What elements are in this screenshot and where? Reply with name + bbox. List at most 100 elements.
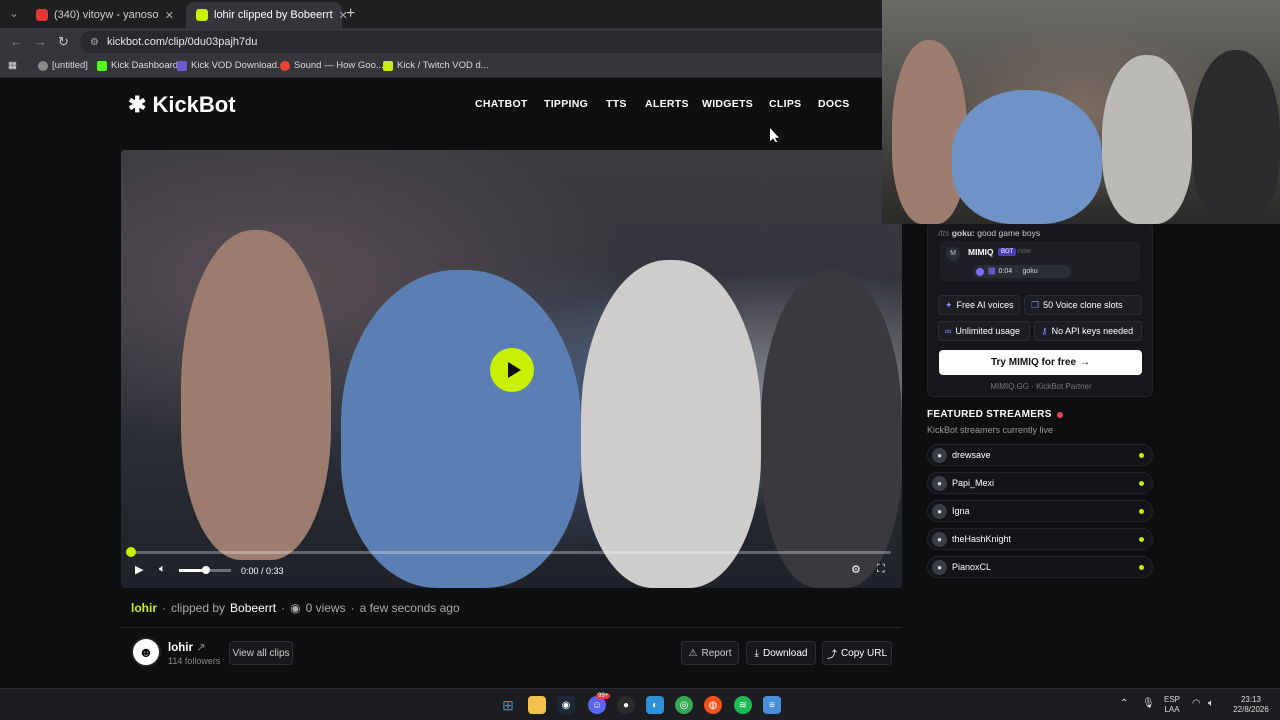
discord-badge: 99+: [596, 693, 611, 699]
kick-icon: [97, 60, 107, 71]
obs-icon[interactable]: ●: [617, 696, 635, 714]
fullscreen-icon[interactable]: ⛶: [877, 563, 885, 576]
notepad-icon[interactable]: ≡: [763, 696, 781, 714]
spotify-icon[interactable]: ≋: [734, 696, 752, 714]
volume-icon[interactable]: 🔈︎: [159, 563, 166, 576]
edge-icon[interactable]: ◐: [646, 696, 664, 714]
nav-chatbot[interactable]: CHATBOT: [475, 98, 528, 110]
back-icon[interactable]: ←: [10, 34, 23, 49]
bookmark-kick-twitch-vod[interactable]: Kick / Twitch VOD d...: [383, 60, 489, 71]
nav-widgets[interactable]: WIDGETS: [702, 98, 753, 110]
site-info-icon[interactable]: ⚙: [90, 37, 99, 48]
channel-name[interactable]: lohir ↗: [168, 640, 206, 654]
webcam-overlay: [882, 0, 1280, 224]
audio-play-icon[interactable]: [976, 267, 984, 276]
file-explorer-icon[interactable]: [528, 696, 546, 714]
forward-icon[interactable]: →: [34, 34, 47, 49]
kickbot-logo-icon: ✱: [128, 92, 147, 117]
new-tab-icon[interactable]: +: [346, 5, 355, 23]
tab-kickbot[interactable]: lohir clipped by Bobeerrt ✕: [186, 2, 348, 28]
clock-time: 23:13: [1240, 695, 1262, 704]
settings-icon[interactable]: ⚙: [851, 563, 861, 576]
bookmark-sound[interactable]: Sound — How Goo...: [280, 60, 384, 71]
steam-icon[interactable]: ◉: [557, 696, 575, 714]
partner-text: MIMIQ.GG · KickBot Partner: [990, 382, 1092, 391]
play-icon: [507, 362, 521, 378]
clip-age: a few seconds ago: [359, 601, 460, 615]
apps-icon[interactable]: ▦: [8, 60, 17, 71]
clipped-by-label: clipped by: [171, 601, 226, 615]
progress-bar[interactable]: [131, 551, 891, 554]
audio-time: 0:04: [998, 268, 1013, 275]
clock[interactable]: 23:13 22/8/2026: [1226, 695, 1276, 715]
volume-handle[interactable]: [202, 566, 210, 574]
try-mimiq-button[interactable]: Try MIMIQ for free →: [939, 350, 1142, 375]
download-label: Download: [762, 647, 808, 659]
tab-search-icon[interactable]: ⌄: [6, 6, 22, 22]
report-button[interactable]: ⚠ Report: [681, 641, 739, 665]
streamer-item[interactable]: ● Papi_Mexi: [927, 472, 1153, 494]
firefox-icon[interactable]: ◍: [704, 696, 722, 714]
divider: [121, 627, 902, 628]
speaker-icon[interactable]: 🔈︎: [1208, 699, 1214, 709]
feature-label: 50 Voice clone slots: [1043, 300, 1123, 310]
lang-top: ESP: [1164, 695, 1181, 704]
play-small-icon[interactable]: ▶: [135, 563, 143, 576]
bookmark-kick-vod[interactable]: Kick VOD Download...: [177, 60, 285, 71]
download-button[interactable]: ⤓ Download: [746, 641, 816, 665]
video-player[interactable]: ▶ 🔈︎ 0:00 / 0:33 ⚙ ⛶: [121, 150, 902, 588]
play-button[interactable]: [490, 348, 534, 392]
streamer-name: PianoxCL: [952, 562, 992, 572]
channel-name-text: lohir: [168, 642, 193, 654]
audio-player[interactable]: |||||||| 0:04 · goku: [973, 265, 1071, 278]
nav-tipping[interactable]: TIPPING: [544, 98, 588, 110]
streamer-item[interactable]: ● drewsave: [927, 444, 1153, 466]
copy-url-button[interactable]: ⤴ Copy URL: [822, 641, 892, 665]
clock-date: 22/8/2026: [1233, 705, 1269, 714]
nav-clips[interactable]: CLIPS: [769, 98, 801, 110]
live-indicator: [1139, 509, 1144, 514]
webcam-person: [1102, 55, 1192, 224]
chrome-icon[interactable]: ◎: [675, 696, 693, 714]
close-icon[interactable]: ✕: [165, 9, 174, 22]
view-all-clips-button[interactable]: View all clips: [229, 641, 293, 665]
featured-subtitle: KickBot streamers currently live: [927, 425, 1054, 435]
chevron-up-icon[interactable]: ⌃: [1120, 699, 1128, 709]
audio-voice: goku: [1022, 268, 1038, 275]
tab-youtube[interactable]: (340) vitoyw - yanosoydeaqui ( ✕: [26, 2, 184, 28]
nav-tts[interactable]: TTS: [606, 98, 627, 110]
nav-alerts[interactable]: ALERTS: [645, 98, 689, 110]
url-input[interactable]: ⚙ kickbot.com/clip/0du03pajh7du: [80, 31, 900, 53]
d-icon: [383, 60, 393, 71]
language-indicator[interactable]: ESP LAA: [1164, 695, 1180, 715]
streamer-item[interactable]: ● PianoxCL: [927, 556, 1153, 578]
microphone-icon[interactable]: 🎙︎: [1142, 699, 1155, 709]
streamer-name: Igna: [952, 506, 970, 516]
external-link-icon[interactable]: ↗: [196, 642, 206, 654]
wifi-icon[interactable]: ◠: [1192, 699, 1201, 709]
streamer-name: theHashKnight: [952, 534, 1012, 544]
windows-start-icon[interactable]: ⊞: [499, 696, 517, 714]
channel-link[interactable]: lohir: [131, 601, 157, 615]
streamer-avatar: ●: [932, 560, 947, 575]
channel-avatar[interactable]: ☻: [131, 637, 161, 667]
reload-icon[interactable]: ↻: [58, 34, 69, 50]
bookmark-label: Kick Dashboard: [111, 60, 179, 71]
bookmark-kick-dashboard[interactable]: Kick Dashboard: [97, 60, 178, 71]
kickbot-logo[interactable]: ✱ KickBot: [128, 92, 236, 118]
progress-handle[interactable]: [126, 547, 136, 557]
youtube-icon: [36, 9, 48, 21]
bot-badge: BOT: [998, 248, 1017, 256]
lang-bottom: LAA: [1164, 705, 1180, 714]
streamer-item[interactable]: ● theHashKnight: [927, 528, 1153, 550]
nav-docs[interactable]: DOCS: [818, 98, 850, 110]
streamer-item[interactable]: ● Igna: [927, 500, 1153, 522]
channel-row: ☻ lohir ↗ 114 followers View all clips ⚠…: [121, 633, 902, 679]
clipper-name[interactable]: Bobeerrt: [230, 601, 276, 615]
video-person: [341, 270, 581, 588]
live-indicator: [1139, 565, 1144, 570]
bookmark-untitled[interactable]: [untitled]: [38, 60, 88, 71]
live-indicator: [1139, 453, 1144, 458]
chat-text: good game boys: [977, 228, 1041, 238]
bookmark-label: Kick VOD Download...: [191, 60, 285, 71]
